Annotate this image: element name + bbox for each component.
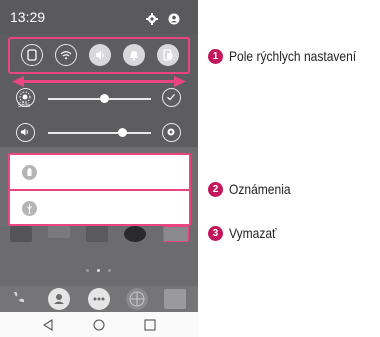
- sound-icon[interactable]: [89, 44, 111, 66]
- status-time: 13:29: [10, 9, 46, 25]
- notification-icon[interactable]: [123, 44, 145, 66]
- callout-label: Pole rýchlych nastavení: [229, 48, 357, 64]
- app-icon: [10, 226, 32, 242]
- notification-item-usb[interactable]: [8, 188, 191, 226]
- callout-badge: 2: [208, 181, 223, 197]
- status-bar: 13:29: [0, 0, 198, 34]
- callout-badge: 3: [208, 225, 223, 241]
- back-icon[interactable]: [42, 319, 54, 331]
- app-icon: [124, 226, 146, 242]
- home-icon[interactable]: [93, 319, 105, 331]
- arrow-right-icon: [174, 76, 186, 87]
- notification-item-battery[interactable]: [8, 153, 191, 188]
- volume-slider[interactable]: [48, 132, 151, 134]
- quick-settings-scroll-indicator: [20, 80, 178, 83]
- callout-clear: 3 Vymazať: [208, 225, 284, 241]
- page-indicator-dot: [86, 269, 89, 272]
- screenshot-icon[interactable]: [21, 44, 43, 66]
- app-icon: [86, 226, 108, 242]
- volume-slider-knob[interactable]: [117, 128, 127, 137]
- browser-icon[interactable]: [126, 288, 148, 310]
- volume-settings-icon[interactable]: [162, 123, 181, 142]
- rotate-icon[interactable]: [157, 44, 179, 66]
- brightness-percent: 55%: [18, 103, 31, 109]
- phone-icon[interactable]: [10, 290, 26, 306]
- callout-label: Vymazať: [229, 225, 277, 241]
- volume-icon[interactable]: [16, 123, 35, 142]
- gear-icon[interactable]: [146, 13, 158, 25]
- messaging-icon[interactable]: [164, 289, 186, 309]
- auto-brightness-check[interactable]: [162, 88, 181, 107]
- arrow-left-icon: [12, 76, 24, 87]
- phone-screen: 13:29 55%: [0, 0, 198, 337]
- navigation-bar: [0, 312, 198, 337]
- callout-quick-settings: 1 Pole rýchlych nastavení: [208, 48, 377, 64]
- page-indicator-dot-active: [97, 269, 100, 272]
- callout-badge: 1: [208, 48, 223, 64]
- recent-apps-icon[interactable]: [144, 319, 156, 331]
- contacts-icon[interactable]: [48, 288, 70, 310]
- app-icon: [163, 226, 189, 242]
- wifi-icon[interactable]: [55, 44, 77, 66]
- callout-notifications: 2 Oznámenia: [208, 181, 301, 197]
- user-icon[interactable]: [168, 13, 180, 25]
- apps-icon[interactable]: [88, 288, 110, 310]
- callout-label: Oznámenia: [229, 181, 291, 197]
- page-indicator-dot: [108, 269, 111, 272]
- app-icon: [48, 226, 70, 238]
